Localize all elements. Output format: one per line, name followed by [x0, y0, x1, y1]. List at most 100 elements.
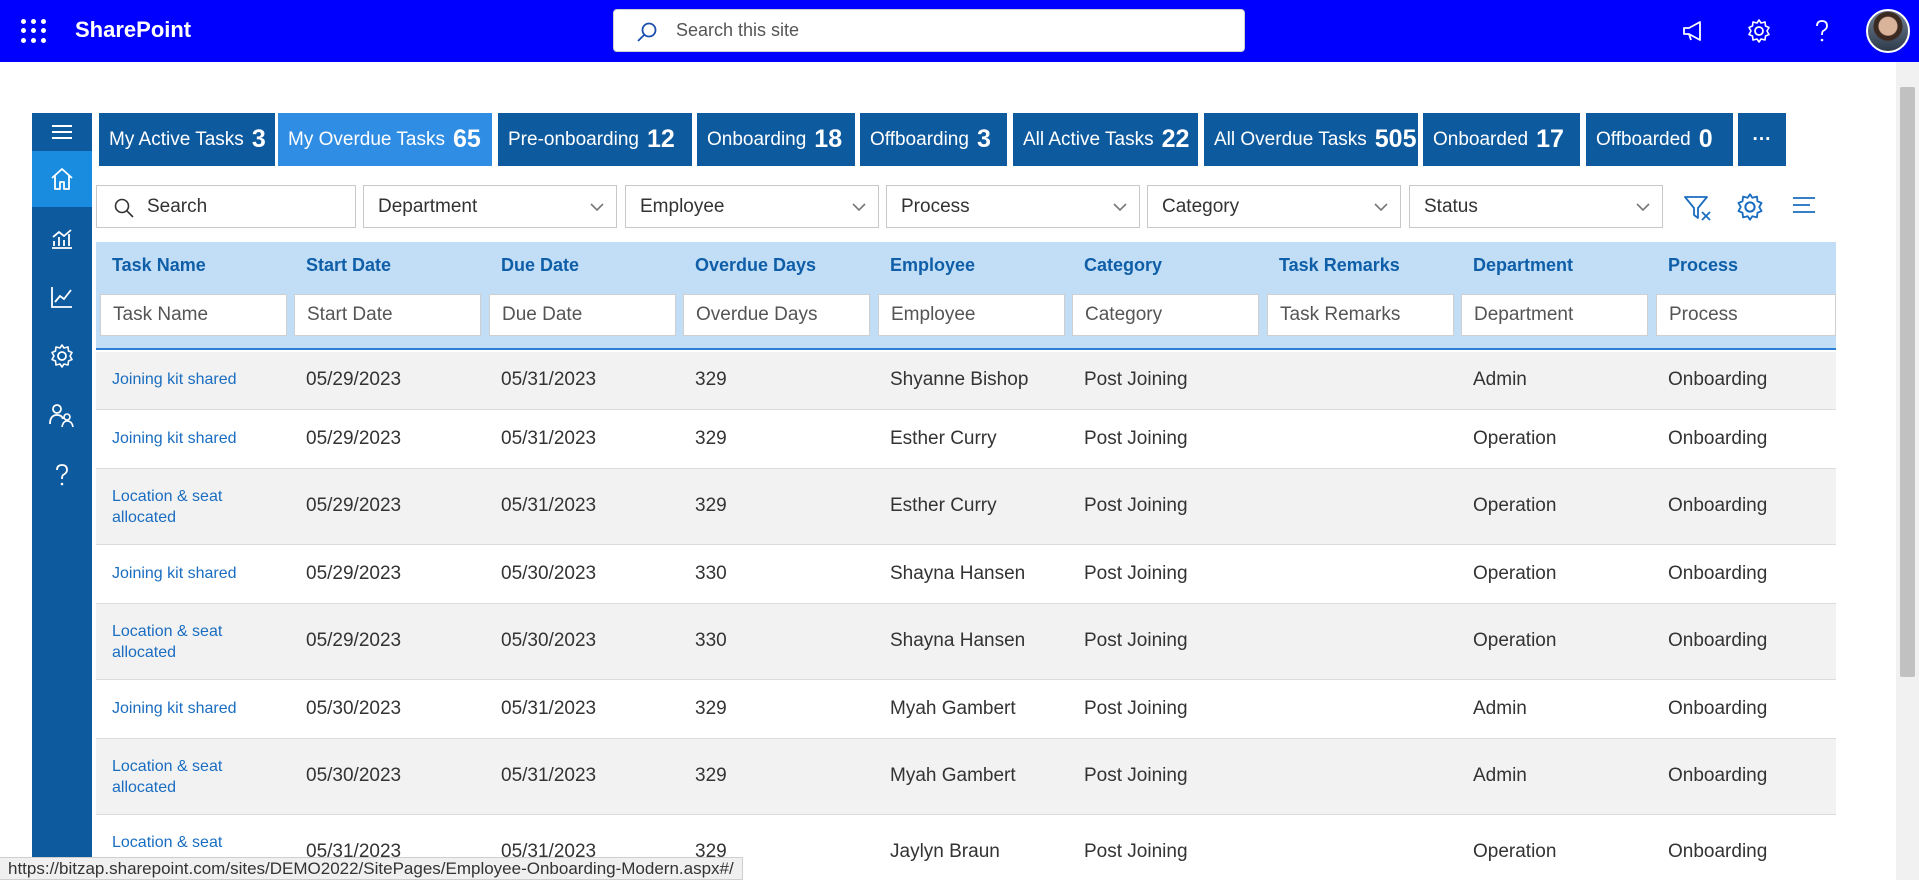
col-header-start-date[interactable]: Start Date [306, 255, 391, 276]
help-icon[interactable] [1805, 14, 1839, 48]
clear-filter-icon[interactable] [1682, 192, 1714, 224]
task-name-link[interactable]: Joining kit shared [112, 369, 252, 390]
start-date-cell: 05/29/2023 [306, 428, 402, 449]
due-date-cell: 05/31/2023 [501, 369, 597, 390]
task-name-link[interactable]: Location & seat allocated [112, 486, 252, 528]
tab-onboarded[interactable]: Onboarded 17 [1423, 113, 1580, 166]
table-row[interactable]: Joining kit shared 05/29/2023 05/31/2023… [96, 410, 1836, 469]
filter-process[interactable] [1656, 294, 1836, 336]
grid-settings-icon[interactable] [1735, 192, 1767, 224]
task-name-link[interactable]: Joining kit shared [112, 698, 252, 719]
app-launcher-icon[interactable] [18, 16, 48, 46]
grid-search-field[interactable]: Search [96, 185, 356, 228]
overdue-days-cell: 330 [695, 630, 727, 651]
help-question-icon[interactable] [32, 447, 92, 503]
tab-all-overdue-tasks[interactable]: All Overdue Tasks 505 [1204, 113, 1418, 166]
start-date-cell: 05/30/2023 [306, 765, 402, 786]
employee-cell: Shyanne Bishop [890, 369, 1029, 390]
overdue-days-cell: 330 [695, 563, 727, 584]
tab-my-active-tasks[interactable]: My Active Tasks 3 [99, 113, 275, 166]
department-cell: Admin [1473, 369, 1527, 390]
department-cell: Operation [1473, 563, 1557, 584]
start-date-cell: 05/29/2023 [306, 630, 402, 651]
category-cell: Post Joining [1084, 563, 1188, 584]
overdue-days-cell: 329 [695, 369, 727, 390]
tab-onboarding[interactable]: Onboarding 18 [697, 113, 855, 166]
filter-overdue-days[interactable] [683, 294, 870, 336]
col-header-task-name[interactable]: Task Name [112, 255, 206, 276]
col-header-category[interactable]: Category [1084, 255, 1162, 276]
department-dropdown[interactable]: Department [363, 185, 617, 228]
page-scrollbar[interactable] [1896, 62, 1919, 880]
table-row[interactable]: Joining kit shared 05/29/2023 05/31/2023… [96, 352, 1836, 410]
overdue-days-cell: 329 [695, 765, 727, 786]
hamburger-menu-icon[interactable] [32, 113, 92, 151]
status-dropdown[interactable]: Status [1409, 185, 1663, 228]
col-header-process[interactable]: Process [1668, 255, 1738, 276]
filter-due-date[interactable] [489, 294, 676, 336]
filter-category[interactable] [1072, 294, 1259, 336]
employee-cell: Jaylyn Braun [890, 841, 1000, 862]
filter-employee[interactable] [878, 294, 1065, 336]
col-header-due-date[interactable]: Due Date [501, 255, 579, 276]
filter-start-date[interactable] [294, 294, 481, 336]
employee-cell: Shayna Hansen [890, 563, 1026, 584]
table-row[interactable]: Joining kit shared 05/29/2023 05/30/2023… [96, 545, 1836, 604]
col-header-task-remarks[interactable]: Task Remarks [1279, 255, 1400, 276]
chevron-down-icon [1113, 203, 1127, 212]
status-bar-url: https://bitzap.sharepoint.com/sites/DEMO… [0, 857, 743, 880]
tab-my-overdue-tasks[interactable]: My Overdue Tasks 65 [278, 113, 492, 166]
task-name-link[interactable]: Joining kit shared [112, 428, 252, 449]
filter-task-remarks[interactable] [1267, 294, 1454, 336]
task-name-link[interactable]: Joining kit shared [112, 563, 252, 584]
user-avatar[interactable] [1866, 9, 1910, 53]
col-header-department[interactable]: Department [1473, 255, 1573, 276]
megaphone-icon[interactable] [1677, 14, 1711, 48]
tab-offboarded[interactable]: Offboarded 0 [1586, 113, 1733, 166]
employee-dropdown[interactable]: Employee [625, 185, 879, 228]
analytics-chart-icon[interactable] [32, 211, 92, 267]
employee-cell: Esther Curry [890, 428, 997, 449]
tabs-more-button[interactable]: ··· [1738, 113, 1786, 166]
brand-title[interactable]: SharePoint [75, 17, 191, 43]
people-org-icon[interactable] [32, 387, 92, 443]
category-cell: Post Joining [1084, 841, 1188, 862]
due-date-cell: 05/31/2023 [501, 495, 597, 516]
process-dropdown[interactable]: Process [886, 185, 1140, 228]
group-by-lines-icon[interactable] [1790, 194, 1820, 222]
task-name-link[interactable]: Location & seat allocated [112, 756, 252, 798]
scrollbar-thumb[interactable] [1900, 87, 1915, 677]
due-date-cell: 05/31/2023 [501, 765, 597, 786]
category-dropdown[interactable]: Category [1147, 185, 1401, 228]
table-row[interactable]: Location & seat allocated 05/30/2023 05/… [96, 739, 1836, 815]
filter-department[interactable] [1461, 294, 1648, 336]
suite-header: SharePoint [0, 0, 1919, 62]
chevron-down-icon [1374, 203, 1388, 212]
col-header-overdue-days[interactable]: Overdue Days [695, 255, 816, 276]
category-cell: Post Joining [1084, 698, 1188, 719]
chevron-down-icon [1636, 203, 1650, 212]
site-search-box[interactable] [613, 9, 1245, 52]
home-icon[interactable] [32, 151, 92, 207]
settings-gear-icon[interactable] [1742, 14, 1776, 48]
department-cell: Admin [1473, 698, 1527, 719]
trend-line-icon[interactable] [32, 269, 92, 325]
tab-pre-onboarding[interactable]: Pre-onboarding 12 [498, 113, 692, 166]
settings-icon[interactable] [32, 328, 92, 384]
col-header-employee[interactable]: Employee [890, 255, 975, 276]
process-cell: Onboarding [1668, 369, 1768, 390]
task-name-link[interactable]: Location & seat [112, 832, 252, 853]
task-name-link[interactable]: Location & seat allocated [112, 621, 252, 663]
department-cell: Operation [1473, 495, 1557, 516]
table-row[interactable]: Location & seat allocated 05/29/2023 05/… [96, 604, 1836, 680]
site-search-input[interactable] [676, 10, 1216, 51]
tab-offboarding[interactable]: Offboarding 3 [860, 113, 1007, 166]
table-row[interactable]: Location & seat allocated 05/29/2023 05/… [96, 469, 1836, 545]
table-row[interactable]: Joining kit shared 05/30/2023 05/31/2023… [96, 680, 1836, 739]
due-date-cell: 05/31/2023 [501, 698, 597, 719]
filter-task-name[interactable] [100, 294, 287, 336]
process-cell: Onboarding [1668, 495, 1768, 516]
employee-cell: Esther Curry [890, 495, 997, 516]
category-cell: Post Joining [1084, 428, 1188, 449]
tab-all-active-tasks[interactable]: All Active Tasks 22 [1013, 113, 1198, 166]
